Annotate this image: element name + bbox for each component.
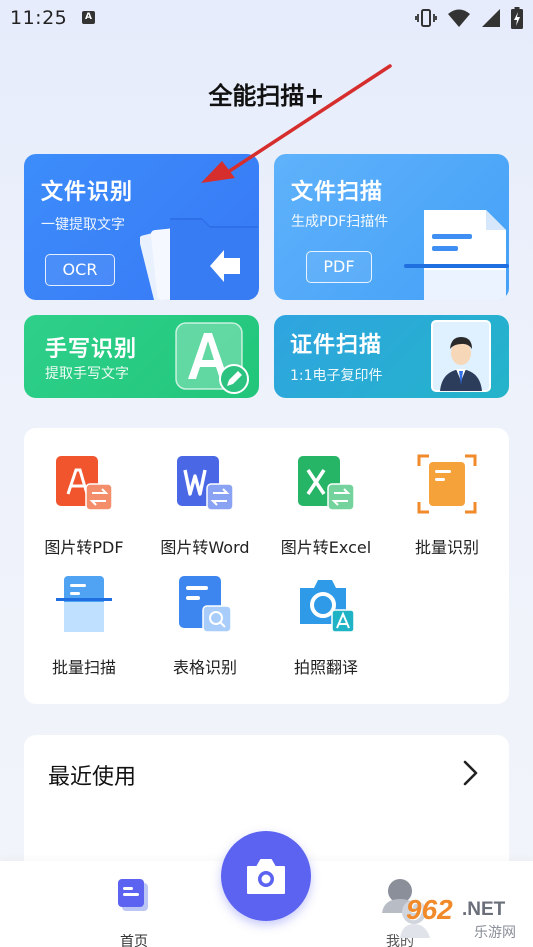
camera-icon [247,859,285,894]
pdf-tag: PDF [306,251,372,283]
document-scan-icon [404,210,509,300]
table-recognize-icon [179,576,232,633]
tool-batch-recognize[interactable]: 批量识别 [387,428,507,557]
handwriting-card[interactable]: 手写识别 提取手写文字 [24,315,259,398]
handwriting-icon [175,322,249,394]
site-watermark: 962 .NET 乐游网 [396,894,530,944]
watermark-sub: 乐游网 [474,925,516,941]
vibrate-icon [415,9,437,27]
id-card-title: 证件扫描 [290,333,383,358]
tool-label: 拍照翻译 [293,658,358,677]
nav-home-label: 首页 [120,934,148,947]
batch-recognize-icon [417,454,477,514]
id-photo-icon [431,320,491,392]
ocr-tag: OCR [45,254,115,286]
tool-label: 表格识别 [172,658,237,677]
batch-scan-icon [56,576,112,632]
tools-panel: 图片转PDF 图片转Word 图片转Excel 批量识别 批量扫描 表格识别 拍… [24,428,509,704]
status-time: 11:25 [10,7,68,29]
pdf-scan-card[interactable]: 文件扫描 生成PDF扫描件 PDF [274,154,509,300]
notification-icon: A [82,11,95,24]
home-icon [118,879,148,911]
image-to-excel-icon [298,456,355,511]
tool-label: 批量识别 [414,538,479,557]
signal-icon [482,9,500,27]
wifi-icon [448,9,470,27]
ocr-card-subtitle: 一键提取文字 [41,217,125,233]
status-icons [415,7,523,29]
image-to-pdf-icon [56,456,113,511]
status-bar: 11:25 A [0,0,533,36]
handwriting-card-subtitle: 提取手写文字 [45,366,129,382]
watermark-net: .NET [462,899,506,920]
nav-home[interactable]: 首页 [94,871,174,947]
battery-charging-icon [511,7,523,29]
image-to-word-icon [177,456,234,511]
tool-photo-translate[interactable]: 拍照翻译 [266,548,386,677]
ocr-card[interactable]: 文件识别 一键提取文字 OCR [24,154,259,300]
folder-import-icon [140,218,258,300]
recent-title: 最近使用 [48,765,137,790]
id-card-subtitle: 1:1电子复印件 [290,368,383,384]
pdf-card-title: 文件扫描 [291,180,384,205]
tool-image-to-excel[interactable]: 图片转Excel [266,428,386,557]
app-title: 全能扫描+ [208,82,325,110]
tool-image-to-word[interactable]: 图片转Word [145,428,265,557]
tool-image-to-pdf[interactable]: 图片转PDF [24,428,144,557]
tool-table-recognize[interactable]: 表格识别 [145,548,265,677]
ocr-card-title: 文件识别 [41,180,134,205]
tool-label: 批量扫描 [51,658,116,677]
handwriting-card-title: 手写识别 [45,337,138,362]
tool-batch-scan[interactable]: 批量扫描 [24,548,144,677]
pdf-card-subtitle: 生成PDF扫描件 [291,214,389,230]
photo-translate-icon [300,580,355,633]
camera-button[interactable] [221,831,311,921]
watermark-main: 962 [406,894,453,925]
chevron-right-icon[interactable] [461,759,481,787]
id-scan-card[interactable]: 证件扫描 1:1电子复印件 [274,315,509,398]
